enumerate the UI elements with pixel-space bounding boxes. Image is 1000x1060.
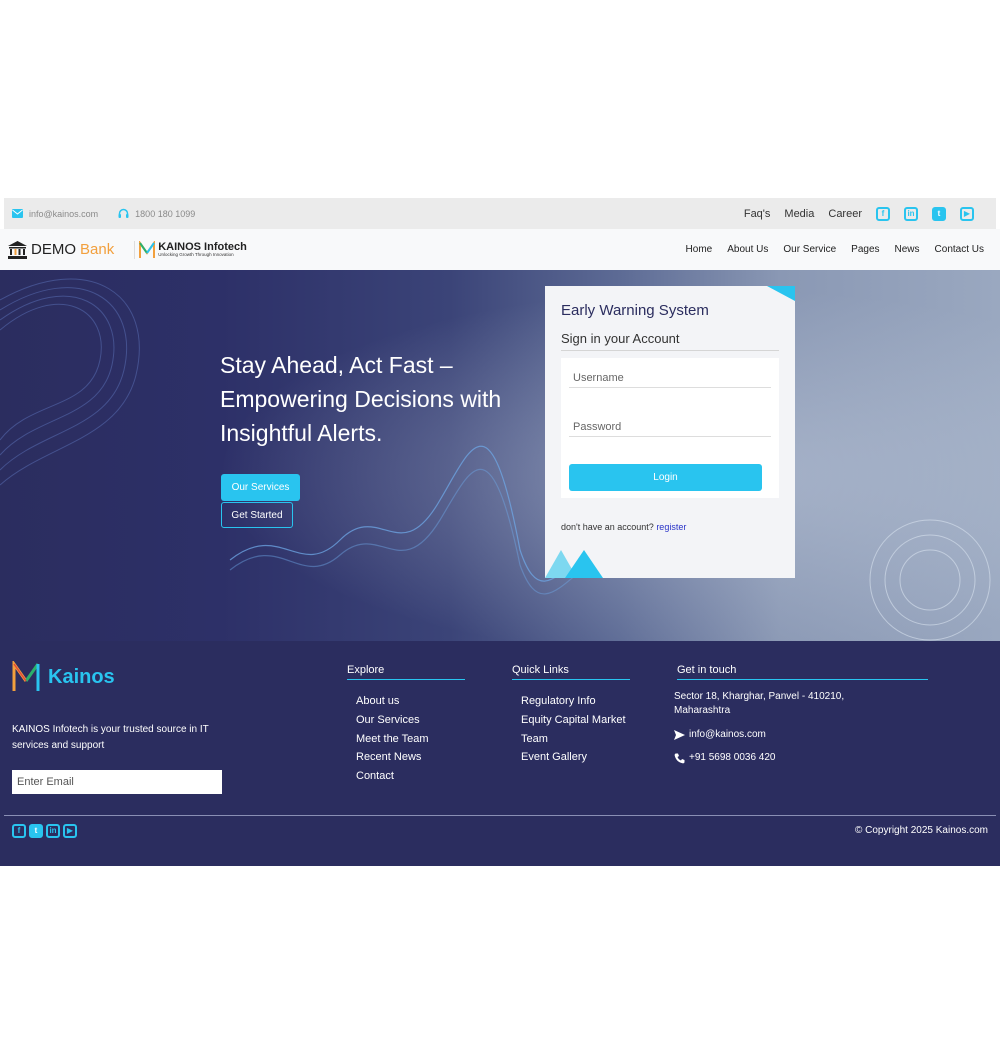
hero-title: Stay Ahead, Act Fast – Empowering Decisi…	[220, 352, 502, 446]
footer-link-meet-the-team[interactable]: Meet the Team	[356, 730, 465, 749]
top-phone-text: 1800 180 1099	[135, 208, 196, 219]
top-bar-links: Faq's Media Career f in t ▶	[744, 206, 988, 221]
nav-pages[interactable]: Pages	[851, 244, 879, 255]
footer-logo-name: Kainos	[48, 665, 115, 688]
login-card: Early Warning System Sign in your Accoun…	[545, 286, 795, 578]
top-bar-contact: info@kainos.com 1800 180 1099	[12, 208, 195, 219]
footer-email-input[interactable]	[12, 770, 222, 794]
footer-link-recent-news[interactable]: Recent News	[356, 748, 465, 767]
nav-home[interactable]: Home	[686, 244, 713, 255]
footer-get-in-touch: Get in touch Sector 18, Kharghar, Panvel…	[674, 664, 928, 765]
footer-explore-heading: Explore	[347, 664, 465, 680]
top-link-career[interactable]: Career	[828, 208, 862, 220]
demo-bank-logo[interactable]: DEMO Bank	[8, 240, 115, 259]
login-title: Early Warning System	[561, 302, 709, 319]
register-link[interactable]: register	[656, 522, 686, 532]
phone-icon	[674, 753, 685, 763]
footer-contact-heading: Get in touch	[677, 664, 928, 680]
footer-facebook-icon[interactable]: f	[12, 824, 26, 838]
nav-contact-us[interactable]: Contact Us	[935, 244, 984, 255]
footer: Kainos KAINOS Infotech is your trusted s…	[0, 641, 1000, 866]
top-email[interactable]: info@kainos.com	[12, 209, 98, 219]
password-input[interactable]	[569, 407, 771, 437]
footer-link-equity-capital-market[interactable]: Equity Capital Market	[521, 711, 630, 730]
hero-section: Stay Ahead, Act Fast – Empowering Decisi…	[0, 270, 1000, 641]
kainos-logo-icon	[12, 661, 40, 691]
login-form: Login	[561, 358, 779, 498]
footer-address: Sector 18, Kharghar, Panvel - 410210, Ma…	[674, 691, 845, 716]
nav-news[interactable]: News	[895, 244, 920, 255]
top-email-text: info@kainos.com	[29, 208, 99, 219]
footer-social: f t in ▶	[12, 824, 77, 838]
headset-icon	[118, 208, 129, 218]
footer-quick-links: Quick Links Regulatory Info Equity Capit…	[512, 664, 630, 767]
login-subtitle: Sign in your Account	[561, 331, 680, 346]
footer-divider	[4, 815, 996, 816]
top-link-media[interactable]: Media	[784, 208, 814, 220]
twitter-icon[interactable]: t	[932, 206, 946, 221]
kainos-tagline: Unlocking Growth Through Innovation	[158, 251, 234, 257]
youtube-icon[interactable]: ▶	[960, 206, 974, 221]
footer-link-our-services[interactable]: Our Services	[356, 711, 465, 730]
footer-logo[interactable]: Kainos	[12, 661, 115, 693]
footer-email-text: info@kainos.com	[689, 729, 766, 740]
footer-link-about-us[interactable]: About us	[356, 692, 465, 711]
facebook-icon[interactable]: f	[876, 206, 890, 221]
footer-link-event-gallery[interactable]: Event Gallery	[521, 748, 630, 767]
hero-background-art	[0, 270, 1000, 641]
card-corner-decoration	[767, 286, 795, 301]
footer-phone[interactable]: +91 5698 0036 420	[674, 751, 928, 765]
footer-link-team[interactable]: Team	[521, 730, 630, 749]
demo-text: DEMO	[31, 241, 76, 258]
bank-text: Bank	[80, 241, 115, 258]
register-prompt: don't have an account? register	[561, 522, 686, 532]
card-bottom-decoration	[565, 550, 603, 578]
footer-linkedin-icon[interactable]: in	[46, 824, 60, 838]
top-bar: info@kainos.com 1800 180 1099 Faq's Medi…	[4, 198, 996, 229]
main-nav: DEMO Bank KAINOS Infotech Unlocking Grow…	[0, 229, 1000, 270]
page: info@kainos.com 1800 180 1099 Faq's Medi…	[0, 198, 1000, 866]
footer-twitter-icon[interactable]: t	[29, 824, 43, 838]
username-input[interactable]	[569, 358, 771, 388]
footer-quick-links-heading: Quick Links	[512, 664, 630, 680]
top-phone[interactable]: 1800 180 1099	[118, 208, 195, 219]
footer-copyright: © Copyright 2025 Kainos.com	[855, 825, 988, 836]
nav-menu: Home About Us Our Service Pages News Con…	[686, 244, 992, 255]
our-services-button[interactable]: Our Services	[221, 474, 300, 501]
footer-youtube-icon[interactable]: ▶	[63, 824, 77, 838]
footer-phone-text: +91 5698 0036 420	[689, 752, 776, 763]
brand-logos: DEMO Bank KAINOS Infotech Unlocking Grow…	[8, 240, 247, 259]
kainos-k-icon	[139, 240, 156, 258]
footer-link-contact[interactable]: Contact	[356, 767, 465, 786]
login-divider	[561, 350, 779, 351]
login-button[interactable]: Login	[569, 464, 762, 491]
footer-link-regulatory-info[interactable]: Regulatory Info	[521, 692, 630, 711]
top-link-faqs[interactable]: Faq's	[744, 208, 771, 220]
bank-icon	[8, 240, 27, 259]
get-started-button[interactable]: Get Started	[221, 502, 293, 528]
mail-icon	[12, 209, 23, 218]
no-account-text: don't have an account?	[561, 522, 654, 532]
nav-about-us[interactable]: About Us	[727, 244, 768, 255]
linkedin-icon[interactable]: in	[904, 206, 918, 221]
footer-email[interactable]: info@kainos.com	[674, 728, 928, 742]
nav-our-service[interactable]: Our Service	[783, 244, 836, 255]
kainos-infotech-logo[interactable]: KAINOS Infotech Unlocking Growth Through…	[134, 240, 247, 259]
footer-explore: Explore About us Our Services Meet the T…	[347, 664, 465, 786]
send-icon	[674, 730, 685, 740]
footer-description: KAINOS Infotech is your trusted source i…	[12, 724, 209, 751]
